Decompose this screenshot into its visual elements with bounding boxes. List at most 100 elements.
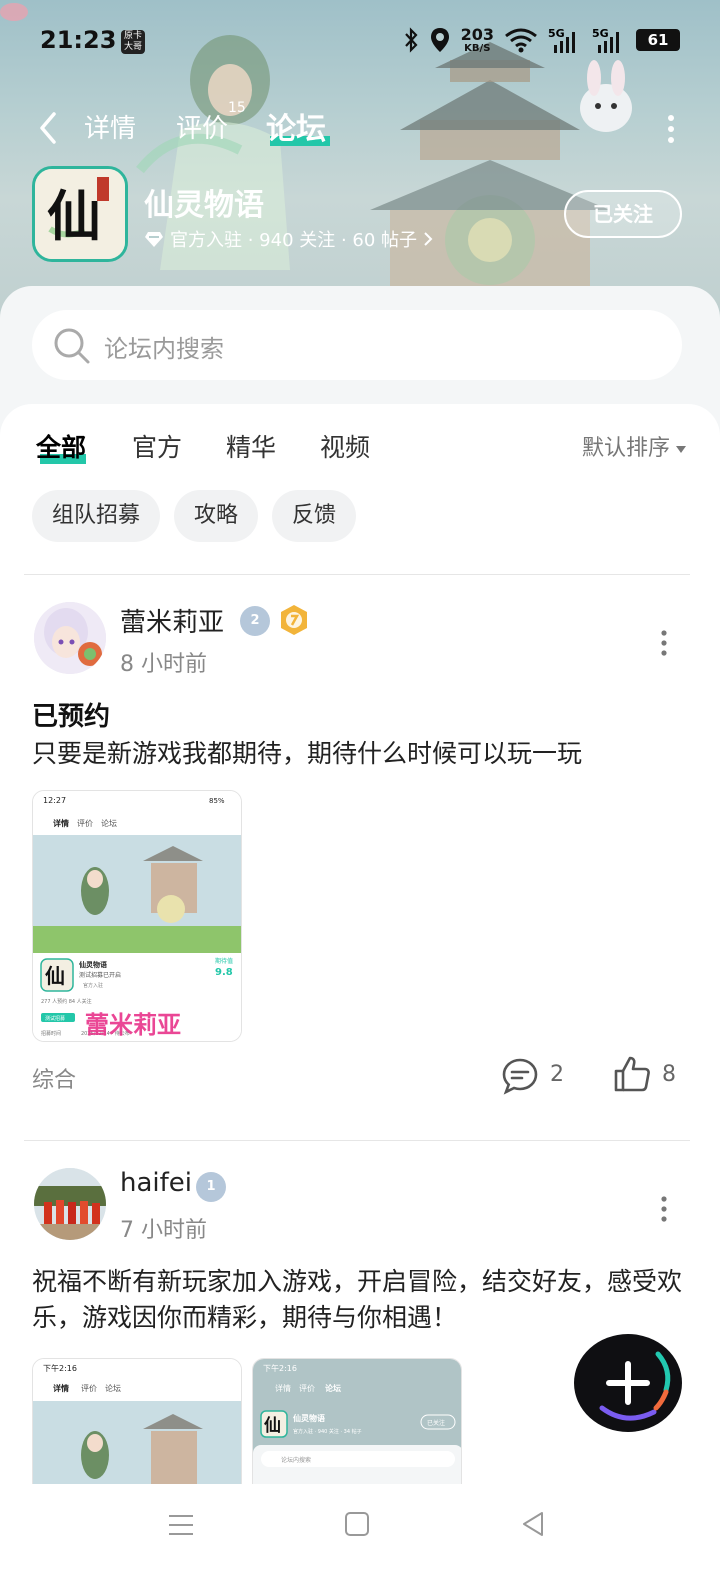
create-post-button[interactable] (574, 1334, 682, 1432)
filter-tabs: 全部 官方 精华 视频 默认排序 (0, 424, 720, 474)
filter-tab-all[interactable]: 全部 (36, 428, 86, 464)
svg-text:评价: 评价 (299, 1384, 315, 1393)
gold-medal-icon (281, 605, 307, 635)
post-title: 已预约 (32, 702, 111, 732)
game-title: 仙灵物语 (144, 188, 264, 223)
svg-text:招募时间: 招募时间 (41, 1030, 61, 1037)
home-icon[interactable] (344, 1510, 370, 1538)
signal-5g-icon: 5G (548, 27, 575, 53)
svg-text:详情: 详情 (53, 818, 69, 828)
level-badge-icon: 2 (240, 606, 270, 636)
top-nav: 详情 评价 15 论坛 (0, 100, 720, 156)
post-category[interactable]: 综合 (32, 1062, 76, 1094)
back-icon[interactable] (34, 108, 64, 148)
chip-feedback[interactable]: 反馈 (272, 490, 357, 542)
svg-text:官方入驻 · 940 关注 · 34 帖子: 官方入驻 · 940 关注 · 34 帖子 (293, 1428, 362, 1435)
search-icon (54, 328, 90, 364)
plus-icon (599, 1351, 671, 1421)
screenshot-thumbnail: 12:27 85% 详情 评价 论坛 仙 仙灵物语 测试招募已开启 官方入驻 期… (33, 791, 241, 1041)
more-options-icon[interactable] (666, 114, 676, 144)
chip-team-recruit[interactable]: 组队招募 (32, 490, 161, 542)
svg-text:仙: 仙 (45, 964, 65, 988)
svg-text:论坛: 论坛 (101, 818, 117, 828)
game-icon[interactable]: 仙 (32, 166, 128, 262)
wifi-icon (505, 28, 537, 53)
dropdown-arrow-icon (676, 445, 686, 453)
avatar-image (34, 1168, 106, 1240)
tab-details[interactable]: 详情 (84, 108, 136, 145)
post-more-icon[interactable] (660, 630, 668, 656)
comment-icon[interactable] (500, 1056, 540, 1096)
post-body: 只要是新游戏我都期待，期待什么时候可以玩一玩 (32, 739, 583, 768)
system-navigation-bar (0, 1484, 720, 1584)
status-icons: 203 KB/S 5G 5G 61 (403, 26, 680, 54)
svg-text:论坛: 论坛 (105, 1383, 121, 1393)
back-nav-icon[interactable] (520, 1510, 546, 1538)
svg-text:评价: 评价 (77, 819, 93, 828)
svg-text:期待值: 期待值 (215, 957, 233, 965)
svg-text:仙灵物语: 仙灵物语 (293, 1413, 325, 1423)
svg-text:仙: 仙 (47, 184, 101, 248)
reviews-count-badge: 15 (228, 100, 246, 116)
location-icon (430, 28, 449, 52)
username[interactable]: 蕾米莉亚 (120, 602, 224, 639)
svg-text:下午2:16: 下午2:16 (43, 1363, 77, 1373)
svg-text:官方入驻: 官方入驻 (83, 982, 103, 989)
avatar-image (34, 602, 106, 674)
filter-tab-featured[interactable]: 精华 (226, 428, 276, 464)
post-image[interactable]: 12:27 85% 详情 评价 论坛 仙 仙灵物语 测试招募已开启 官方入驻 期… (32, 790, 242, 1042)
svg-text:277 人预约 84 人关注: 277 人预约 84 人关注 (41, 998, 92, 1005)
search-placeholder: 论坛内搜索 (104, 335, 224, 363)
username[interactable]: haifei (120, 1168, 192, 1198)
post-more-icon[interactable] (660, 1196, 668, 1222)
status-time: 21:23 (40, 26, 117, 54)
tab-forum[interactable]: 论坛 (266, 104, 326, 148)
bluetooth-icon (404, 27, 418, 53)
status-bar: 21:23 原卡大哥 203 KB/S 5G 5G 61 (0, 22, 720, 62)
svg-text:9.8: 9.8 (215, 967, 233, 978)
svg-text:详情: 详情 (53, 1383, 69, 1393)
filter-tab-official[interactable]: 官方 (132, 428, 182, 464)
battery-icon: 61 (636, 29, 680, 51)
game-logo-icon: 仙 (35, 169, 125, 259)
recent-apps-icon[interactable] (168, 1512, 194, 1538)
level-badge-icon: 1 (196, 1172, 226, 1202)
post-time: 8 小时前 (120, 652, 207, 677)
svg-text:详情: 详情 (275, 1383, 291, 1393)
avatar[interactable] (34, 1168, 106, 1240)
avatar[interactable] (34, 602, 106, 674)
follow-button[interactable]: 已关注 (564, 190, 682, 238)
svg-text:已关注: 已关注 (427, 1419, 445, 1427)
svg-text:85%: 85% (209, 797, 225, 805)
like-count: 8 (662, 1062, 676, 1087)
svg-text:5G: 5G (592, 27, 609, 40)
game-meta[interactable]: 官方入驻 · 940 关注 · 60 帖子 (144, 226, 433, 252)
post-body: 祝福不断有新玩家加入游戏，开启冒险，结交好友，感受欢乐，游戏因你而精彩，期待与你… (32, 1267, 683, 1332)
svg-text:论坛: 论坛 (325, 1383, 341, 1393)
official-diamond-icon (145, 232, 163, 247)
chip-guide[interactable]: 攻略 (174, 490, 259, 542)
thumbs-up-icon[interactable] (612, 1054, 652, 1094)
comment-count: 2 (550, 1062, 564, 1087)
filter-tab-video[interactable]: 视频 (320, 428, 370, 464)
app-badge-icon: 原卡大哥 (121, 30, 145, 54)
svg-text:蕾米莉亚: 蕾米莉亚 (85, 1011, 181, 1039)
svg-text:12:27: 12:27 (43, 796, 66, 805)
search-input[interactable]: 论坛内搜索 (32, 310, 682, 380)
post-time: 7 小时前 (120, 1218, 207, 1243)
chevron-right-icon (424, 232, 433, 246)
svg-text:评价: 评价 (81, 1384, 97, 1393)
signal-5g-icon-2: 5G (592, 27, 619, 53)
network-speed: 203 KB/S (460, 24, 494, 54)
topic-chips: 组队招募 攻略 反馈 (32, 490, 357, 542)
svg-text:仙: 仙 (264, 1415, 281, 1436)
post-card[interactable]: 蕾米莉亚 2 8 小时前 已预约 只要是新游戏我都期待，期待什么时候可以玩一玩 … (0, 574, 720, 1140)
svg-text:下午2:16: 下午2:16 (263, 1363, 297, 1373)
tab-reviews[interactable]: 评价 (176, 108, 228, 145)
game-meta-text: 官方入驻 · 940 关注 · 60 帖子 (170, 230, 418, 251)
svg-text:5G: 5G (548, 27, 565, 40)
sort-dropdown[interactable]: 默认排序 (582, 430, 686, 462)
svg-text:论坛内搜索: 论坛内搜索 (281, 1456, 311, 1464)
svg-text:测试招募: 测试招募 (45, 1015, 65, 1022)
svg-text:测试招募已开启: 测试招募已开启 (79, 971, 121, 979)
